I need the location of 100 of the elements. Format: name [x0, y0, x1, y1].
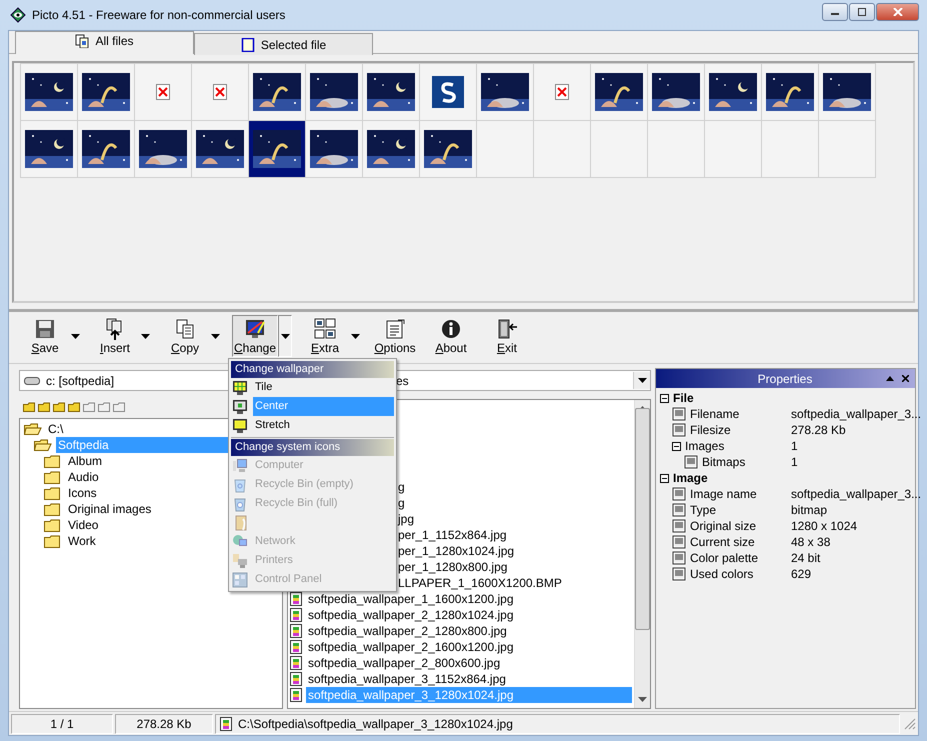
file-item[interactable]: softpedia_wallpaper_2_1280x800.jpg: [306, 623, 509, 639]
file-item[interactable]: LLPAPER_1_1600X1200.BMP: [396, 575, 564, 591]
maximize-icon: [857, 8, 867, 16]
file-item[interactable]: g: [396, 495, 407, 511]
toolbar-button[interactable]: About: [428, 315, 474, 357]
caret-icon: [280, 334, 290, 338]
stretch-icon: [232, 418, 248, 434]
file-item[interactable]: softpedia_wallpaper_3_1152x864.jpg: [306, 671, 508, 687]
thumbnail-cell[interactable]: [78, 121, 135, 178]
folder-icon[interactable]: [113, 401, 125, 412]
status-size: 278.28 Kb: [115, 714, 213, 734]
thumbnail-cell[interactable]: [192, 121, 249, 178]
collapse-icon[interactable]: [660, 474, 669, 482]
thumbnail-cell[interactable]: [819, 121, 876, 178]
thumbnail-cell[interactable]: [762, 121, 819, 178]
thumbnail-cell[interactable]: [420, 64, 477, 121]
thumbnail-cell[interactable]: [306, 64, 363, 121]
caret-icon: [350, 334, 360, 338]
file-icon: [75, 34, 90, 48]
thumbnail-cell[interactable]: [705, 64, 762, 121]
thumbnail-cell[interactable]: [363, 121, 420, 178]
file-item[interactable]: jpg: [396, 511, 416, 527]
menu-header: Change wallpaper: [231, 361, 394, 378]
thumbnail-cell[interactable]: [762, 64, 819, 121]
thumbnail-cell[interactable]: [819, 64, 876, 121]
folder-icon[interactable]: [23, 401, 35, 412]
property-icon: [672, 487, 686, 501]
thumbnail-cell[interactable]: [249, 64, 306, 121]
thumbnail-cell[interactable]: [192, 64, 249, 121]
thumbnail-cell[interactable]: [648, 121, 705, 178]
tree-item[interactable]: Video: [66, 517, 100, 533]
thumbnail-cell[interactable]: [135, 64, 192, 121]
resize-grip[interactable]: [904, 718, 916, 730]
property-value: bitmap: [791, 503, 828, 517]
folder-icon[interactable]: [38, 401, 50, 412]
toolbar-button[interactable]: Exit: [484, 315, 530, 357]
tree-item[interactable]: Audio: [66, 469, 101, 485]
tree-item[interactable]: Original images: [66, 501, 154, 517]
thumbnail-cell[interactable]: [306, 121, 363, 178]
toolbar-button[interactable]: Change: [232, 315, 278, 357]
property-icon: [672, 551, 686, 565]
tree-item[interactable]: Work: [66, 533, 98, 549]
tile-icon: [232, 380, 248, 396]
minimize-button[interactable]: [822, 3, 848, 21]
file-item[interactable]: softpedia_wallpaper_2_800x600.jpg: [306, 655, 502, 671]
thumbnail-cell[interactable]: [591, 64, 648, 121]
property-icon: [672, 567, 686, 581]
thumbnail-cell[interactable]: [21, 64, 78, 121]
tree-item[interactable]: C:\: [46, 421, 66, 437]
close-button[interactable]: [876, 3, 919, 21]
scrollbar[interactable]: [634, 400, 650, 708]
toolbar-button[interactable]: Insert: [92, 315, 138, 357]
scroll-thumb[interactable]: [635, 408, 650, 630]
dropdown-button[interactable]: [278, 315, 292, 357]
tab[interactable]: Selected file: [194, 33, 373, 55]
file-item[interactable]: per_1_1280x1024.jpg: [396, 543, 516, 559]
thumbnail-cell[interactable]: [477, 64, 534, 121]
thumbnail-cell[interactable]: [21, 121, 78, 178]
thumbnail-cell[interactable]: [591, 121, 648, 178]
property-icon: [672, 519, 686, 533]
image-file-icon: [290, 592, 302, 606]
thumbnail-cell[interactable]: [78, 64, 135, 121]
file-item[interactable]: g: [396, 479, 407, 495]
file-item[interactable]: per_1_1280x800.jpg: [396, 559, 510, 575]
maximize-button[interactable]: [849, 3, 875, 21]
thumbnail-cell[interactable]: [534, 121, 591, 178]
thumbnail-cell[interactable]: [249, 121, 306, 178]
collapse-icon[interactable]: [886, 376, 894, 381]
toolbar-button[interactable]: Copy: [162, 315, 208, 357]
property-value: 1280 x 1024: [791, 519, 858, 533]
thumbnail-cell[interactable]: [705, 121, 762, 178]
thumbnail-cell[interactable]: [135, 121, 192, 178]
toolbar-button[interactable]: Options: [372, 315, 418, 357]
property-value: 278.28 Kb: [791, 423, 846, 437]
folder-icon[interactable]: [68, 401, 80, 412]
folder-icon[interactable]: [98, 401, 110, 412]
thumbnail-cell[interactable]: [420, 121, 477, 178]
drive-label: c: [softpedia]: [46, 374, 114, 388]
tree-item[interactable]: Icons: [66, 485, 99, 501]
toolbar-button[interactable]: Save: [22, 315, 68, 357]
property-value: 629: [791, 567, 812, 581]
file-item[interactable]: softpedia_wallpaper_1_1600x1200.jpg: [306, 591, 516, 607]
file-item[interactable]: softpedia_wallpaper_2_1600x1200.jpg: [306, 639, 516, 655]
thumbnail-cell[interactable]: [534, 64, 591, 121]
tree-item[interactable]: Album: [66, 453, 104, 469]
tab[interactable]: All files: [15, 31, 194, 54]
toolbar-button[interactable]: Extra: [302, 315, 348, 357]
folder-icon[interactable]: [83, 401, 95, 412]
center-icon: [232, 398, 248, 414]
thumbnail-cell[interactable]: [648, 64, 705, 121]
close-icon[interactable]: [902, 375, 909, 382]
menu-item[interactable]: Stretch: [253, 416, 394, 435]
folder-icon[interactable]: [53, 401, 65, 412]
thumbnail-cell[interactable]: [363, 64, 420, 121]
collapse-icon[interactable]: [672, 442, 681, 450]
collapse-icon[interactable]: [660, 394, 669, 402]
file-item[interactable]: softpedia_wallpaper_2_1280x1024.jpg: [306, 607, 516, 623]
file-item[interactable]: per_1_1152x864.jpg: [396, 527, 509, 543]
thumbnail-cell[interactable]: [477, 121, 534, 178]
caret-icon: [140, 334, 150, 338]
